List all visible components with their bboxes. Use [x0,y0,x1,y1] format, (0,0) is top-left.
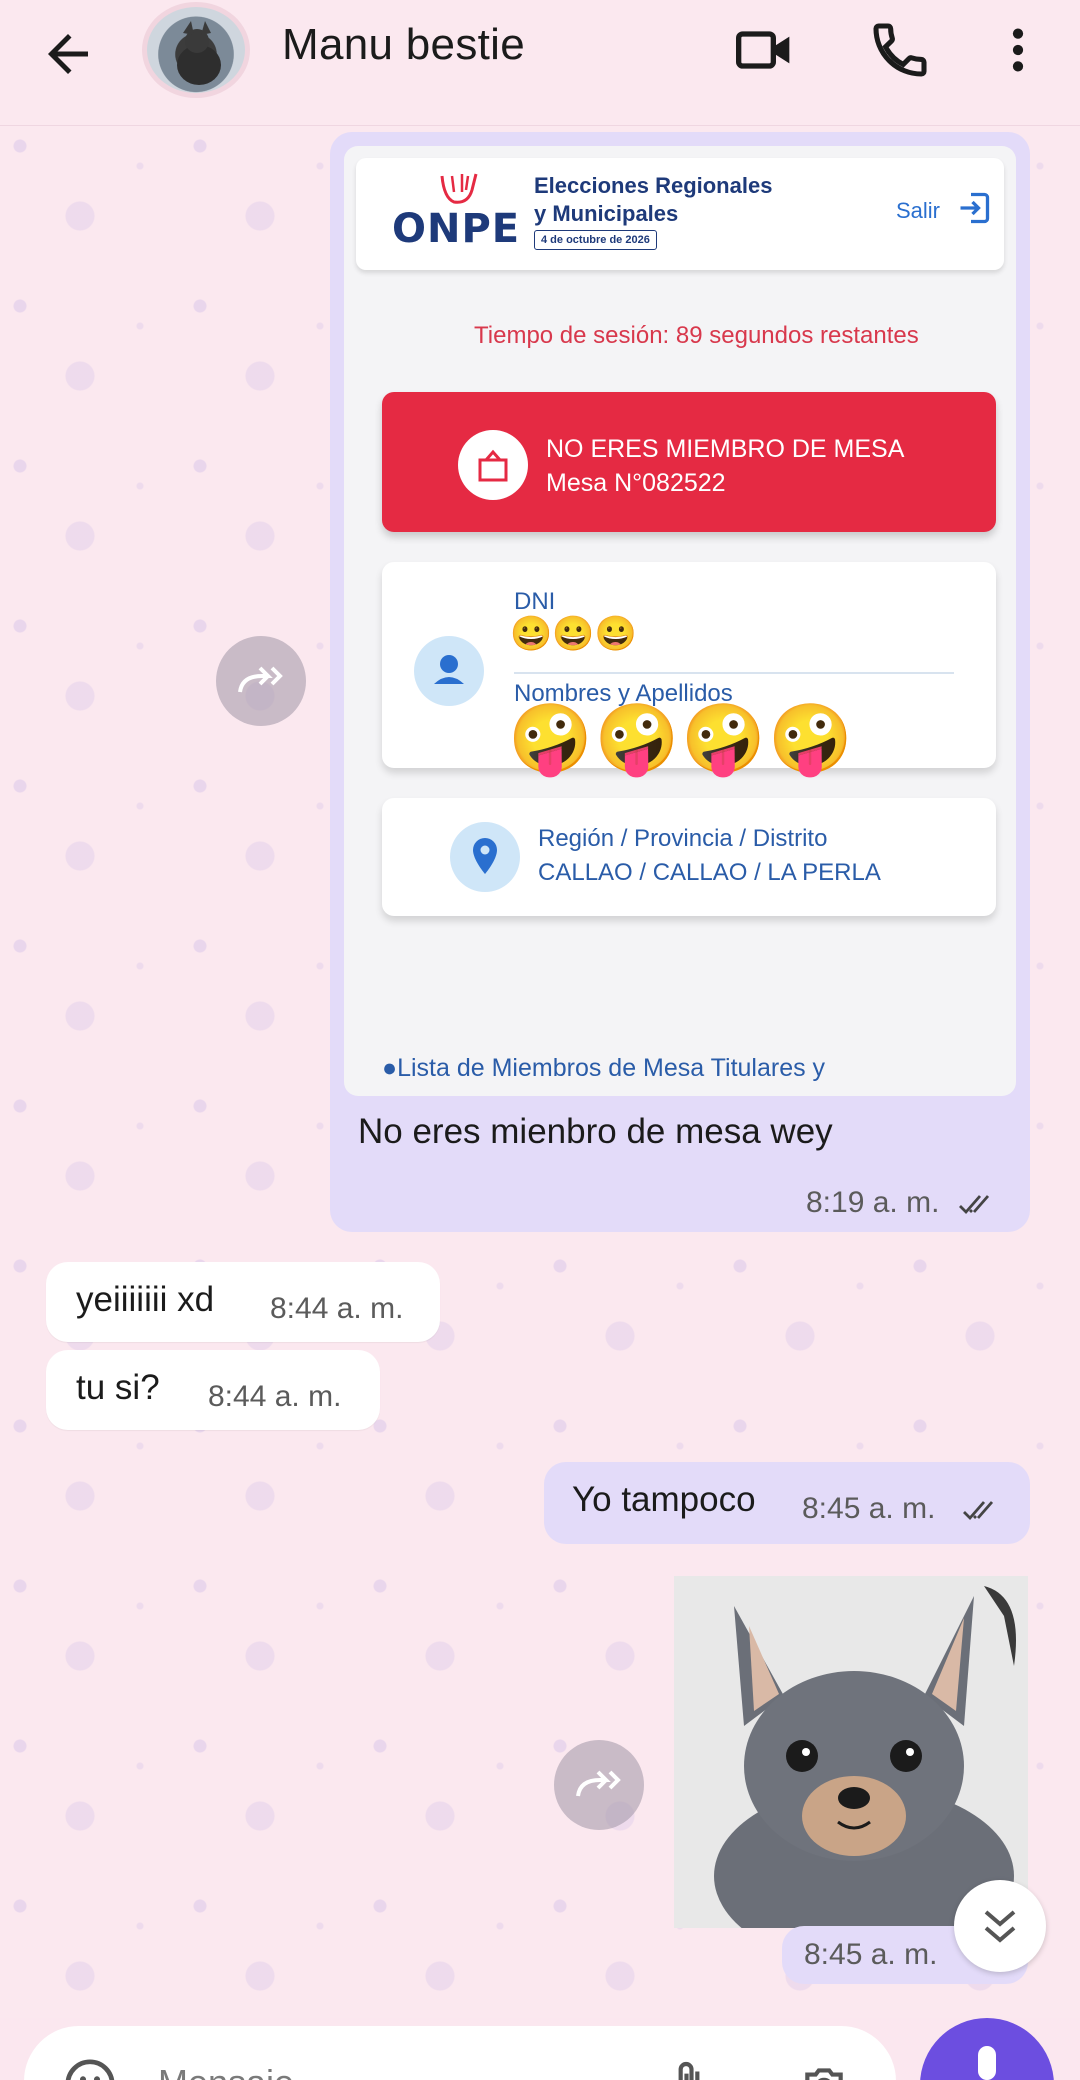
message-text: yeiiiiiii xd [76,1280,215,1319]
image-message-dog[interactable] [674,1576,1028,1928]
onpe-hand-logo-icon [440,173,478,204]
onpe-event-title: Elecciones Regionales y Municipales [534,172,772,228]
message-time: 8:44 a. m. [270,1292,404,1325]
mesa-status-box: NO ERES MIEMBRO DE MESA Mesa N°082522 [382,392,996,532]
person-icon [414,636,484,706]
members-list-text: ●Lista de Miembros de Mesa Titulares y [382,1054,826,1082]
message-text: No eres mienbro de mesa wey [358,1112,833,1151]
region-value: CALLAO / CALLAO / LA PERLA [538,859,881,886]
contact-name[interactable]: Manu bestie [282,20,525,70]
emoji-icon[interactable] [62,2056,118,2080]
message-time: 8:45 a. m. [802,1492,936,1525]
chat-area[interactable]: ONPE Elecciones Regionales y Municipales… [0,126,1080,2018]
chat-header: Manu bestie [0,0,1080,126]
onpe-exit-label: Salir [896,198,941,223]
forward-button[interactable] [216,636,306,726]
message-time: 8:45 a. m. [804,1938,938,1971]
avatar[interactable] [142,2,250,98]
message-time: 8:44 a. m. [208,1380,342,1413]
message-input[interactable]: Mensaje [158,2062,294,2080]
camera-icon[interactable] [794,2060,854,2080]
forward-icon [238,666,283,693]
message-bubble-outgoing[interactable]: Yo tampoco 8:45 a. m. [544,1462,1030,1544]
onpe-logo: ONPE [392,206,521,252]
onpe-topbar: ONPE Elecciones Regionales y Municipales… [356,158,1004,270]
onpe-date: 4 de octubre de 2026 [534,230,657,250]
double-check-icon [959,1195,990,1215]
avatar-photo-icon [177,21,221,85]
message-bubble-incoming[interactable]: yeiiiiiii xd 8:44 a. m. [46,1262,440,1342]
message-input-bar[interactable]: Mensaje [24,2026,896,2080]
message-text: Yo tampoco [572,1480,756,1519]
more-vert-icon[interactable] [990,18,1046,82]
region-info-card: Región / Provincia / Distrito CALLAO / C… [382,798,996,916]
divider [514,672,954,674]
onpe-event-line2: y Municipales [534,201,679,226]
region-label: Región / Provincia / Distrito [538,825,828,852]
double-check-icon [963,1501,994,1521]
message-bubble-incoming[interactable]: tu si? 8:44 a. m. [46,1350,380,1430]
video-call-icon[interactable] [732,18,796,82]
chihuahua-photo-icon [674,1576,1028,1928]
mesa-status-text: NO ERES MIEMBRO DE MESA Mesa N°082522 [546,432,904,500]
onpe-screenshot[interactable]: ONPE Elecciones Regionales y Municipales… [344,146,1016,1096]
back-arrow-icon[interactable] [38,24,98,84]
location-pin-icon [450,822,520,892]
attach-icon[interactable] [664,2056,714,2080]
message-text: tu si? [76,1368,160,1407]
dni-emoji-overlay: 😀😀😀 [510,615,638,653]
mesa-status-line1: NO ERES MIEMBRO DE MESA [546,435,905,463]
onpe-event-line1: Elecciones Regionales [534,173,773,198]
message-time: 8:19 a. m. [806,1186,940,1219]
exit-icon [960,192,990,224]
dni-label: DNI [514,588,556,615]
names-emoji-overlay: 🤪🤪🤪🤪 [508,701,855,777]
forward-icon [576,1770,621,1797]
mic-button[interactable] [920,2018,1054,2080]
double-chevron-down-icon [984,1910,1016,1943]
phone-call-icon[interactable] [868,18,932,82]
mic-icon [978,2046,996,2080]
scroll-to-bottom-button[interactable] [954,1880,1046,1972]
message-bubble-outgoing[interactable]: ONPE Elecciones Regionales y Municipales… [330,132,1030,1232]
forward-button[interactable] [554,1740,644,1830]
session-timer-text: Tiempo de sesión: 89 segundos restantes [474,322,919,349]
person-info-card: DNI 😀😀😀 Nombres y Apellidos 🤪🤪🤪🤪 [382,562,996,776]
ballot-box-icon [458,430,528,500]
mesa-number: Mesa N°082522 [546,469,726,497]
